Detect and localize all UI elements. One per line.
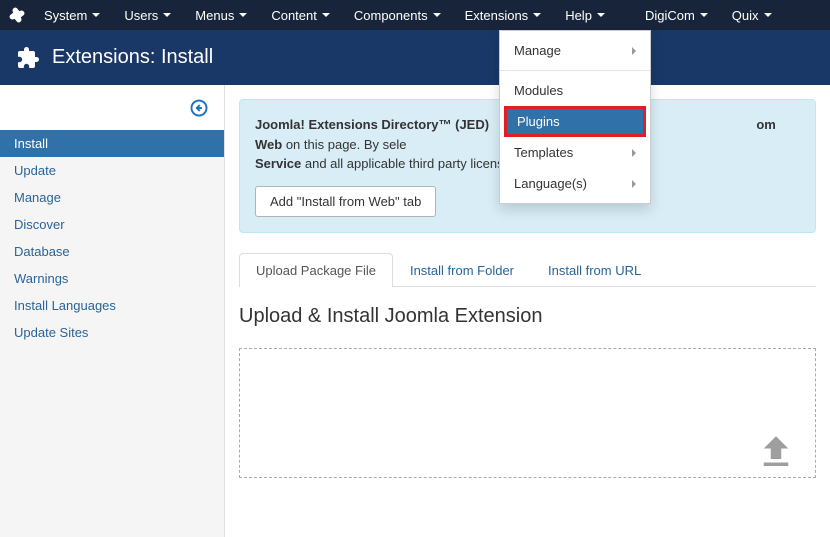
sidebar: Install Update Manage Discover Database … <box>0 85 225 537</box>
dropdown-item-templates[interactable]: Templates <box>500 137 650 168</box>
alert-text: on this page. By sele <box>282 137 406 152</box>
menu-label: Extensions <box>465 8 529 23</box>
caret-down-icon <box>597 13 605 17</box>
alert-strong-text: Joomla! Extensions Directory™ (JED) <box>255 117 489 132</box>
sidebar-item-database[interactable]: Database <box>0 238 224 265</box>
upload-icon <box>755 431 797 473</box>
sidebar-item-label: Install Languages <box>14 298 116 313</box>
menu-digicom[interactable]: DigiCom <box>635 0 718 30</box>
caret-down-icon <box>700 13 708 17</box>
menu-label: Users <box>124 8 158 23</box>
dropdown-label: Manage <box>514 43 561 58</box>
menu-quix[interactable]: Quix <box>722 0 782 30</box>
caret-down-icon <box>239 13 247 17</box>
sidebar-item-label: Update Sites <box>14 325 88 340</box>
tab-upload-package[interactable]: Upload Package File <box>239 253 393 287</box>
tab-label: Install from URL <box>548 263 641 278</box>
menu-label: Menus <box>195 8 234 23</box>
caret-down-icon <box>92 13 100 17</box>
menu-label: Content <box>271 8 317 23</box>
menu-label: Quix <box>732 8 759 23</box>
tab-install-folder[interactable]: Install from Folder <box>393 253 531 287</box>
sidebar-item-warnings[interactable]: Warnings <box>0 265 224 292</box>
sidebar-item-install-languages[interactable]: Install Languages <box>0 292 224 319</box>
chevron-right-icon <box>632 149 636 157</box>
dropdown-separator <box>500 70 650 71</box>
dropdown-label: Language(s) <box>514 176 587 191</box>
sidebar-item-label: Update <box>14 163 56 178</box>
menu-label: Help <box>565 8 592 23</box>
joomla-logo-icon[interactable] <box>8 6 26 24</box>
add-install-from-web-button[interactable]: Add "Install from Web" tab <box>255 186 436 217</box>
page-header: Extensions: Install <box>0 30 830 85</box>
menu-label: Components <box>354 8 428 23</box>
extensions-dropdown: Manage Modules Plugins Templates Languag… <box>499 30 651 204</box>
dropdown-item-modules[interactable]: Modules <box>500 75 650 106</box>
dropdown-item-plugins-highlight: Plugins <box>504 106 646 137</box>
top-menu-bar: System Users Menus Content Components Ex… <box>0 0 830 30</box>
menu-help[interactable]: Help <box>555 0 615 30</box>
puzzle-icon <box>16 46 40 70</box>
tab-label: Upload Package File <box>256 263 376 278</box>
menu-menus[interactable]: Menus <box>185 0 257 30</box>
chevron-right-icon <box>632 180 636 188</box>
dropdown-item-manage[interactable]: Manage <box>500 35 650 66</box>
sidebar-item-update[interactable]: Update <box>0 157 224 184</box>
menu-content[interactable]: Content <box>261 0 340 30</box>
dropdown-label: Modules <box>514 83 563 98</box>
dropdown-label: Plugins <box>517 114 560 129</box>
sidebar-item-label: Manage <box>14 190 61 205</box>
tab-install-url[interactable]: Install from URL <box>531 253 658 287</box>
sidebar-item-discover[interactable]: Discover <box>0 211 224 238</box>
tab-label: Install from Folder <box>410 263 514 278</box>
dropdown-item-plugins[interactable]: Plugins <box>507 109 643 134</box>
menu-components[interactable]: Components <box>344 0 451 30</box>
upload-heading: Upload & Install Joomla Extension <box>239 305 816 328</box>
caret-down-icon <box>533 13 541 17</box>
sidebar-item-install[interactable]: Install <box>0 130 224 157</box>
upload-dropzone[interactable] <box>239 348 816 478</box>
caret-down-icon <box>322 13 330 17</box>
back-arrow-icon[interactable] <box>190 99 208 117</box>
chevron-right-icon <box>632 47 636 55</box>
caret-down-icon <box>433 13 441 17</box>
sidebar-top-bar <box>0 85 224 130</box>
sidebar-item-label: Discover <box>14 217 65 232</box>
menu-extensions[interactable]: Extensions <box>455 0 552 30</box>
caret-down-icon <box>163 13 171 17</box>
sidebar-item-label: Install <box>14 136 48 151</box>
alert-strong-text: Service <box>255 156 301 171</box>
menu-system[interactable]: System <box>34 0 110 30</box>
dropdown-label: Templates <box>514 145 573 160</box>
menu-label: System <box>44 8 87 23</box>
install-tabs: Upload Package File Install from Folder … <box>239 253 816 287</box>
sidebar-item-label: Warnings <box>14 271 68 286</box>
dropdown-item-languages[interactable]: Language(s) <box>500 168 650 199</box>
caret-down-icon <box>764 13 772 17</box>
page-title: Extensions: Install <box>52 46 213 69</box>
menu-users[interactable]: Users <box>114 0 181 30</box>
sidebar-item-update-sites[interactable]: Update Sites <box>0 319 224 346</box>
sidebar-item-manage[interactable]: Manage <box>0 184 224 211</box>
menu-label: DigiCom <box>645 8 695 23</box>
sidebar-item-label: Database <box>14 244 70 259</box>
